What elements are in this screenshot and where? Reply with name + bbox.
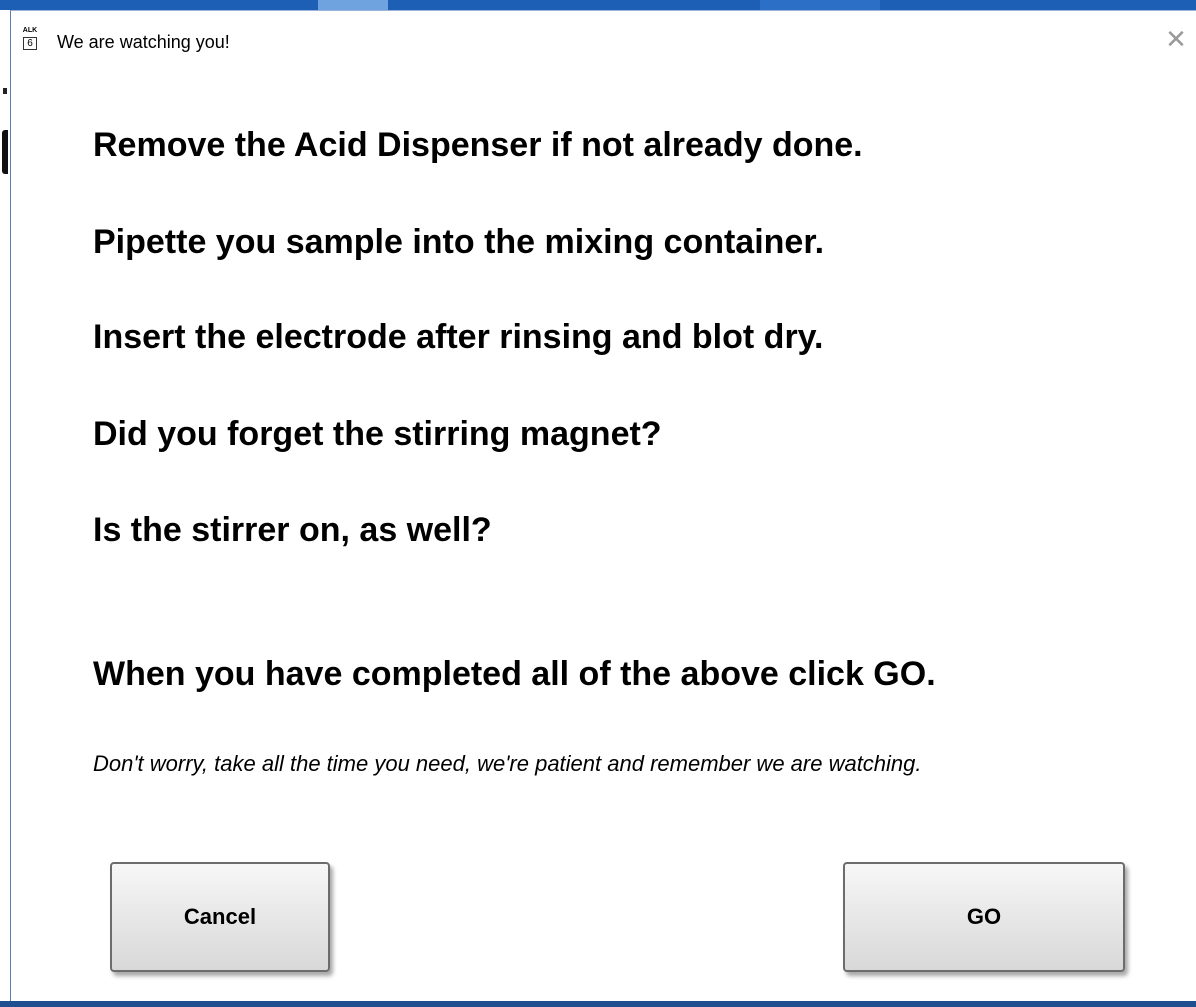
window-title: We are watching you! (57, 32, 230, 52)
app-icon-top-text: ALK (22, 27, 38, 34)
instruction-remove-acid-dispenser: Remove the Acid Dispenser if not already… (93, 126, 863, 164)
taskbar-edge (0, 1001, 1196, 1007)
desktop-highlight (318, 0, 388, 10)
dialog-window: ALK 6 We are watching you! ✕ Remove the … (10, 10, 1196, 1003)
patience-note: Don't worry, take all the time you need,… (93, 751, 922, 776)
instruction-stirrer-on: Is the stirrer on, as well? (93, 511, 492, 549)
go-button[interactable]: GO (843, 862, 1125, 972)
final-instruction: When you have completed all of the above… (93, 655, 936, 693)
close-icon[interactable]: ✕ (1164, 26, 1188, 52)
instruction-pipette-sample: Pipette you sample into the mixing conta… (93, 223, 825, 261)
instruction-insert-electrode: Insert the electrode after rinsing and b… (93, 318, 824, 356)
desktop-highlight (760, 0, 880, 10)
cancel-button[interactable]: Cancel (110, 862, 330, 972)
instruction-stirring-magnet: Did you forget the stirring magnet? (93, 415, 662, 453)
app-icon: ALK 6 (21, 27, 39, 50)
background-fragment (3, 88, 7, 94)
background-window-edge (0, 10, 10, 1007)
app-icon-bottom-text: 6 (23, 37, 37, 50)
background-fragment (2, 130, 8, 174)
desktop-background (0, 0, 1196, 10)
title-bar[interactable]: ALK 6 We are watching you! ✕ (11, 11, 1196, 52)
